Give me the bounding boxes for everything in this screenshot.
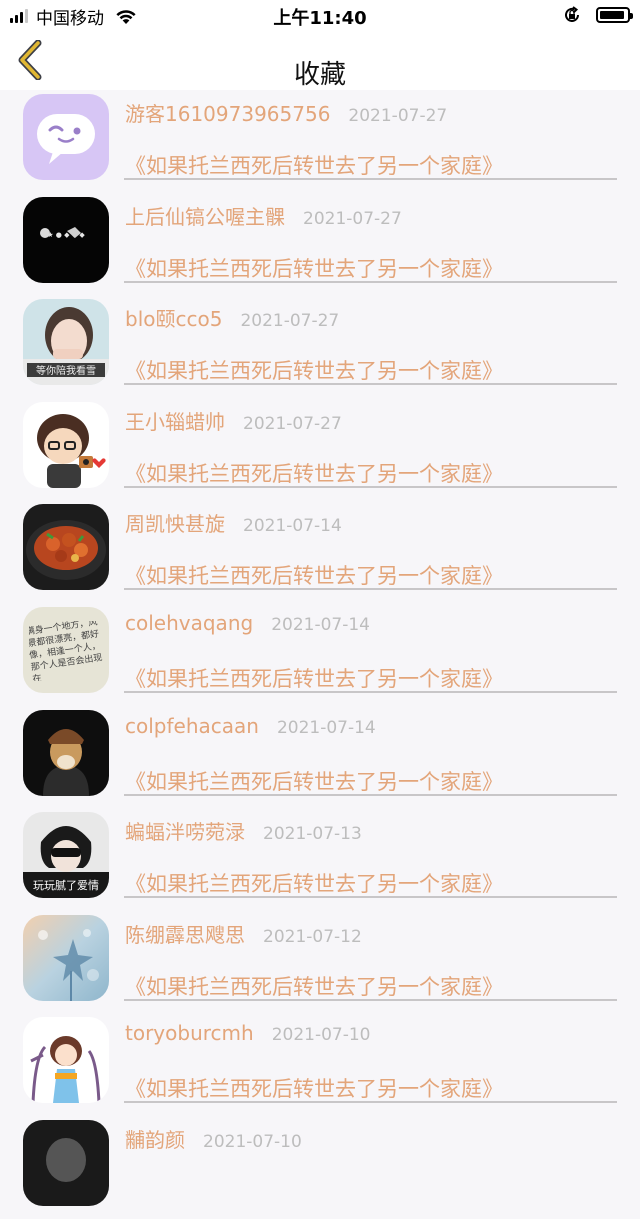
avatar[interactable]: 等你陪我看雪 (23, 299, 109, 386)
divider (124, 383, 617, 386)
list-item[interactable]: 游客1610973965756 2021-07-27 《如果托兰西死后转世去了另… (0, 90, 640, 193)
avatar[interactable]: ★ ● ◆ ◆ ◆ (23, 196, 109, 283)
date: 2021-07-12 (263, 926, 362, 947)
story-title-link[interactable]: 《如果托兰西死后转世去了另一个家庭》 (125, 355, 503, 385)
story-title-link[interactable]: 《如果托兰西死后转世去了另一个家庭》 (125, 150, 503, 180)
list-item[interactable]: 玩玩腻了爱情 蝙蝠泮唠菀渌 2021-07-13 《如果托兰西死后转世去了另一个… (0, 808, 640, 911)
avatar[interactable] (23, 1017, 109, 1104)
date: 2021-07-13 (263, 824, 362, 845)
divider (124, 280, 617, 283)
list-item[interactable]: colpfehacaan 2021-07-14 《如果托兰西死后转世去了另一个家… (0, 706, 640, 809)
story-title-link[interactable]: 《如果托兰西死后转世去了另一个家庭》 (125, 766, 503, 796)
list-item[interactable]: 周凯怏甚旋 2021-07-14 《如果托兰西死后转世去了另一个家庭》 (0, 500, 640, 603)
list-item[interactable]: 黼韵颜 2021-07-10 (0, 1116, 640, 1219)
username: colpfehacaan (125, 713, 259, 738)
divider (124, 896, 617, 899)
username: 陈绷霹思飕思 (125, 922, 245, 947)
username: 王小辎蜡帅 (125, 409, 225, 434)
avatar[interactable] (23, 504, 109, 591)
battery-icon (596, 7, 633, 23)
story-title-link[interactable]: 《如果托兰西死后转世去了另一个家庭》 (125, 971, 503, 1001)
status-bar: 中国移动 上午11:40 (0, 0, 640, 32)
list-item[interactable]: 王小辎蜡帅 2021-07-27 《如果托兰西死后转世去了另一个家庭》 (0, 398, 640, 501)
date: 2021-07-27 (240, 311, 340, 332)
favorites-list: 游客1610973965756 2021-07-27 《如果托兰西死后转世去了另… (0, 90, 640, 1219)
avatar-text: 玩玩腻了爱情 (33, 879, 99, 892)
story-title-link[interactable]: 《如果托兰西死后转世去了另一个家庭》 (125, 1073, 503, 1103)
avatar-text: 等你陪我看雪 (36, 364, 96, 377)
list-item[interactable]: 满身一个地方，风景都很漂亮，都好像，相逢一个人，那个人是否会出现在 colehv… (0, 603, 640, 706)
avatar[interactable] (23, 1119, 109, 1206)
date: 2021-07-27 (243, 413, 342, 434)
date: 2021-07-27 (348, 106, 448, 126)
username: 上后仙镐公喔主髁 (125, 204, 285, 229)
story-title-link[interactable]: 《如果托兰西死后转世去了另一个家庭》 (125, 663, 503, 693)
nav-bar: 收藏 (0, 32, 640, 90)
story-title-link[interactable]: 《如果托兰西死后转世去了另一个家庭》 (125, 560, 503, 590)
username: 蝙蝠泮唠菀渌 (125, 820, 245, 845)
status-time: 上午11:40 (273, 8, 367, 29)
avatar[interactable] (23, 401, 109, 488)
username: blo颐cco5 (125, 307, 223, 332)
page-title: 收藏 (293, 60, 346, 90)
divider (124, 998, 617, 1001)
date: 2021-07-10 (203, 1131, 302, 1152)
divider (124, 1101, 617, 1104)
username: 游客1610973965756 (125, 102, 331, 126)
username: 周凯怏甚旋 (125, 512, 225, 537)
username: colehvaqang (125, 610, 254, 635)
username: 黼韵颜 (125, 1127, 185, 1152)
story-title-link[interactable]: 《如果托兰西死后转世去了另一个家庭》 (125, 458, 503, 488)
date: 2021-07-14 (271, 614, 370, 635)
list-item[interactable]: 陈绷霹思飕思 2021-07-12 《如果托兰西死后转世去了另一个家庭》 (0, 911, 640, 1014)
divider (124, 793, 617, 796)
list-item[interactable]: 等你陪我看雪 blo颐cco5 2021-07-27 《如果托兰西死后转世去了另… (0, 295, 640, 398)
list-item[interactable]: toryoburcmh 2021-07-10 《如果托兰西死后转世去了另一个家庭… (0, 1013, 640, 1116)
username: toryoburcmh (125, 1021, 254, 1046)
divider (124, 485, 617, 488)
divider (124, 690, 617, 693)
date: 2021-07-14 (276, 717, 376, 738)
divider (124, 588, 617, 591)
date: 2021-07-14 (243, 516, 342, 537)
story-title-link[interactable]: 《如果托兰西死后转世去了另一个家庭》 (125, 868, 503, 898)
list-item[interactable]: ★ ● ◆ ◆ ◆ 上后仙镐公喔主髁 2021-07-27 《如果托兰西死后转世… (0, 193, 640, 296)
story-title-link[interactable]: 《如果托兰西死后转世去了另一个家庭》 (125, 253, 503, 283)
avatar-text: 满身一个地方，风景都很漂亮，都好像，相逢一个人，那个人是否会出现在 (29, 620, 104, 681)
divider (124, 178, 617, 180)
date: 2021-07-27 (303, 208, 402, 229)
status-right (562, 5, 633, 25)
avatar[interactable] (23, 709, 109, 796)
rotation-lock-icon (565, 6, 579, 22)
date: 2021-07-10 (271, 1025, 371, 1046)
avatar[interactable] (23, 94, 109, 180)
avatar[interactable]: 玩玩腻了爱情 (23, 812, 109, 899)
avatar[interactable] (23, 914, 109, 1001)
avatar[interactable]: 满身一个地方，风景都很漂亮，都好像，相逢一个人，那个人是否会出现在 (23, 606, 109, 693)
